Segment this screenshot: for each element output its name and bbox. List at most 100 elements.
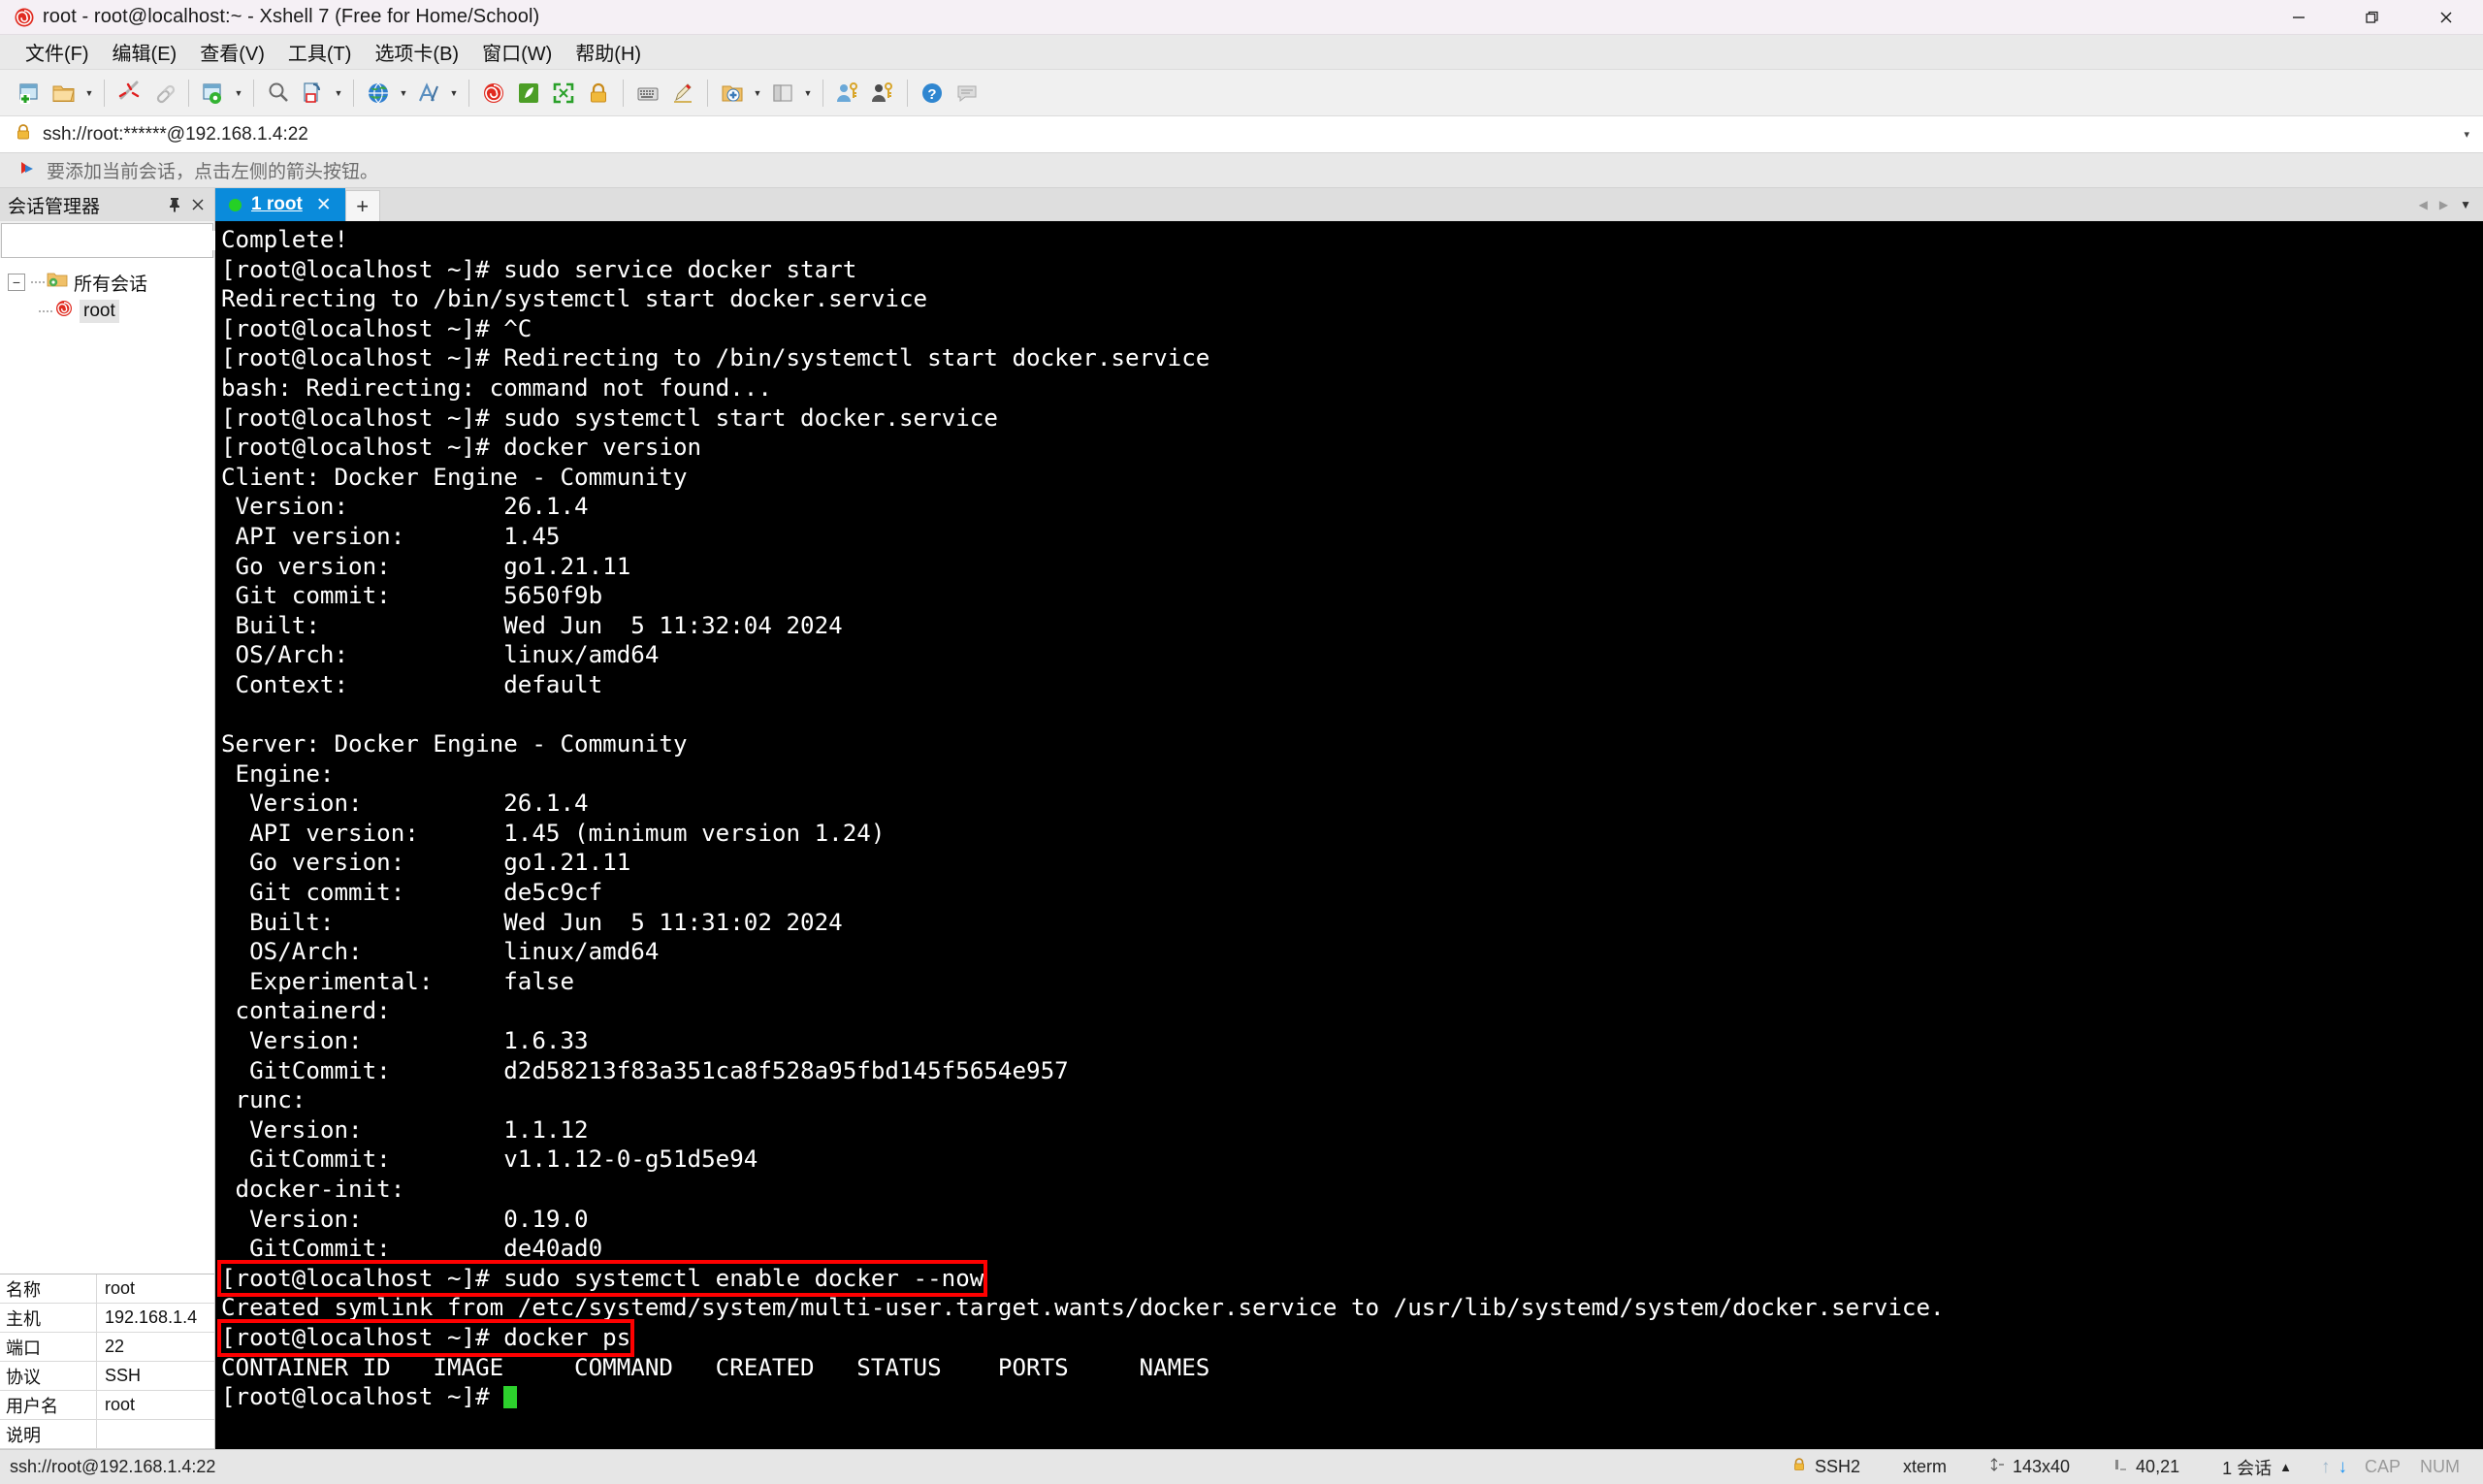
terminal-output[interactable]: Complete! [root@localhost ~]# sudo servic…	[215, 221, 2483, 1449]
pen-highlight-icon[interactable]	[665, 75, 700, 112]
xshell-icon[interactable]	[476, 75, 511, 112]
terminal-line: GitCommit: de40ad0	[221, 1235, 603, 1263]
status-transfer: ↑ ↓	[2313, 1457, 2355, 1478]
prop-key-username: 用户名	[0, 1391, 97, 1419]
font-caret-icon[interactable]: ▼	[446, 75, 462, 112]
session-properties-table: 名称 root 主机 192.168.1.4 端口 22 协议 SSH 用户名	[0, 1274, 214, 1449]
terminal-line: GitCommit: v1.1.12-0-g51d5e94	[221, 1145, 758, 1174]
search-input[interactable]	[8, 231, 222, 250]
new-folder-caret-icon[interactable]: ▼	[750, 75, 765, 112]
status-sessions[interactable]: 1 会话 ▲	[2201, 1455, 2313, 1480]
tree-label-root: root	[80, 300, 119, 323]
terminal-line: [root@localhost ~]# ^C	[221, 314, 532, 342]
disconnect-icon[interactable]	[112, 75, 146, 112]
terminal-line: [root@localhost ~]# sudo systemctl enabl…	[216, 1259, 2483, 1298]
terminal-line: Git commit: 5650f9b	[221, 582, 603, 610]
tab-status-dot-icon	[229, 198, 242, 211]
terminal-line: bash: Redirecting: command not found...	[221, 373, 772, 402]
tab-bar-spacer	[380, 188, 2419, 221]
feedback-note-icon[interactable]	[950, 75, 984, 112]
layout-caret-icon[interactable]: ▼	[800, 75, 816, 112]
pin-icon[interactable]	[164, 193, 185, 216]
lock-icon	[1791, 1457, 1807, 1477]
address-bar[interactable]: ssh://root:******@192.168.1.4:22 ▾	[0, 116, 2483, 153]
prop-value-username: root	[105, 1395, 136, 1414]
session-search-box[interactable]	[1, 223, 240, 258]
address-input[interactable]: ssh://root:******@192.168.1.4:22	[43, 124, 308, 145]
toolbar-separator	[253, 79, 254, 107]
add-session-arrow-icon	[17, 158, 37, 182]
svg-text:?: ?	[927, 86, 936, 103]
prop-value-description	[97, 1420, 214, 1448]
font-icon[interactable]	[411, 75, 446, 112]
help-icon[interactable]: ?	[915, 75, 950, 112]
new-folder-icon[interactable]	[715, 75, 750, 112]
terminal-line: Version: 0.19.0	[221, 1205, 589, 1233]
status-num-lock: NUM	[2420, 1457, 2460, 1476]
search-icon[interactable]	[261, 75, 296, 112]
terminal-line: [root@localhost ~]# Redirecting to /bin/…	[221, 344, 1210, 372]
tree-node-all-sessions[interactable]: − 所有会话	[0, 268, 214, 297]
menu-tools[interactable]: 工具(T)	[276, 34, 364, 70]
terminal-line: Experimental: false	[221, 967, 575, 995]
chevron-down-icon[interactable]: ▾	[2464, 128, 2469, 141]
highlight-box: [root@localhost ~]# sudo systemctl enabl…	[216, 1259, 988, 1298]
keyboard-icon[interactable]	[630, 75, 665, 112]
hint-bar: 要添加当前会话，点击左侧的箭头按钮。	[0, 153, 2483, 188]
reconnect-icon[interactable]	[146, 75, 181, 112]
prop-key-description: 说明	[0, 1420, 97, 1448]
menu-help[interactable]: 帮助(H)	[564, 34, 653, 70]
menu-tabs[interactable]: 选项卡(B)	[363, 34, 470, 70]
tree-node-root[interactable]: root	[0, 297, 214, 326]
chevron-up-icon[interactable]: ▲	[2279, 1460, 2292, 1474]
master-password-icon[interactable]	[865, 75, 900, 112]
close-icon[interactable]	[187, 193, 209, 216]
tree-expand-toggle[interactable]: −	[8, 274, 25, 291]
open-session-icon[interactable]	[47, 75, 81, 112]
session-properties-caret-icon[interactable]: ▼	[231, 75, 246, 112]
arrow-down-icon: ↓	[2338, 1456, 2347, 1477]
tree-connector	[31, 281, 45, 283]
menu-window[interactable]: 窗口(W)	[470, 34, 564, 70]
menu-view[interactable]: 查看(V)	[188, 34, 276, 70]
user-keys-icon[interactable]	[830, 75, 865, 112]
log-icon[interactable]	[296, 75, 331, 112]
globe-icon[interactable]	[361, 75, 396, 112]
terminal-line: Version: 26.1.4	[221, 790, 589, 818]
lock-icon[interactable]	[581, 75, 616, 112]
main-body: 会话管理器 − 所有会话 root 名称 root 主机 192.168.1.4…	[0, 188, 2483, 1449]
minimize-button[interactable]	[2262, 0, 2336, 35]
close-button[interactable]	[2409, 0, 2483, 35]
terminal-line: Created symlink from /etc/systemd/system…	[221, 1294, 1945, 1322]
terminal-line: Client: Docker Engine - Community	[221, 463, 688, 491]
new-session-icon[interactable]	[12, 75, 47, 112]
maximize-button[interactable]	[2336, 0, 2409, 35]
terminal-line: [root@localhost ~]# docker ps	[216, 1319, 2483, 1357]
open-session-caret-icon[interactable]: ▼	[81, 75, 97, 112]
menu-edit[interactable]: 编辑(E)	[101, 34, 189, 70]
tab-prev-icon[interactable]: ◀	[2419, 198, 2428, 211]
session-properties-icon[interactable]	[196, 75, 231, 112]
terminal-line: Git commit: de5c9cf	[221, 879, 603, 907]
tab-root[interactable]: 1 root ✕	[215, 188, 345, 221]
layout-icon[interactable]	[765, 75, 800, 112]
xftp-icon[interactable]	[511, 75, 546, 112]
fullscreen-icon[interactable]	[546, 75, 581, 112]
tab-next-icon[interactable]: ▶	[2439, 198, 2448, 211]
table-row: 用户名 root	[0, 1391, 214, 1420]
menu-file[interactable]: 文件(F)	[14, 34, 101, 70]
globe-caret-icon[interactable]: ▼	[396, 75, 411, 112]
terminal-line: OS/Arch: linux/amd64	[221, 938, 660, 966]
xshell-window: root - root@localhost:~ - Xshell 7 (Free…	[0, 0, 2483, 1484]
log-caret-icon[interactable]: ▼	[331, 75, 346, 112]
session-manager-panel: 会话管理器 − 所有会话 root 名称 root 主机 192.168.1.4…	[0, 188, 240, 1449]
new-tab-button[interactable]: +	[344, 190, 380, 221]
toolbar-separator	[707, 79, 708, 107]
terminal-area: 1 root ✕ + ◀ ▶ ▼ Complete! [root@localhos…	[215, 188, 2483, 1449]
toolbar-separator	[907, 79, 908, 107]
tab-list-menu-icon[interactable]: ▼	[2460, 198, 2471, 211]
table-row: 端口 22	[0, 1333, 214, 1362]
tab-close-icon[interactable]: ✕	[312, 194, 336, 216]
xshell-session-icon	[54, 299, 74, 324]
